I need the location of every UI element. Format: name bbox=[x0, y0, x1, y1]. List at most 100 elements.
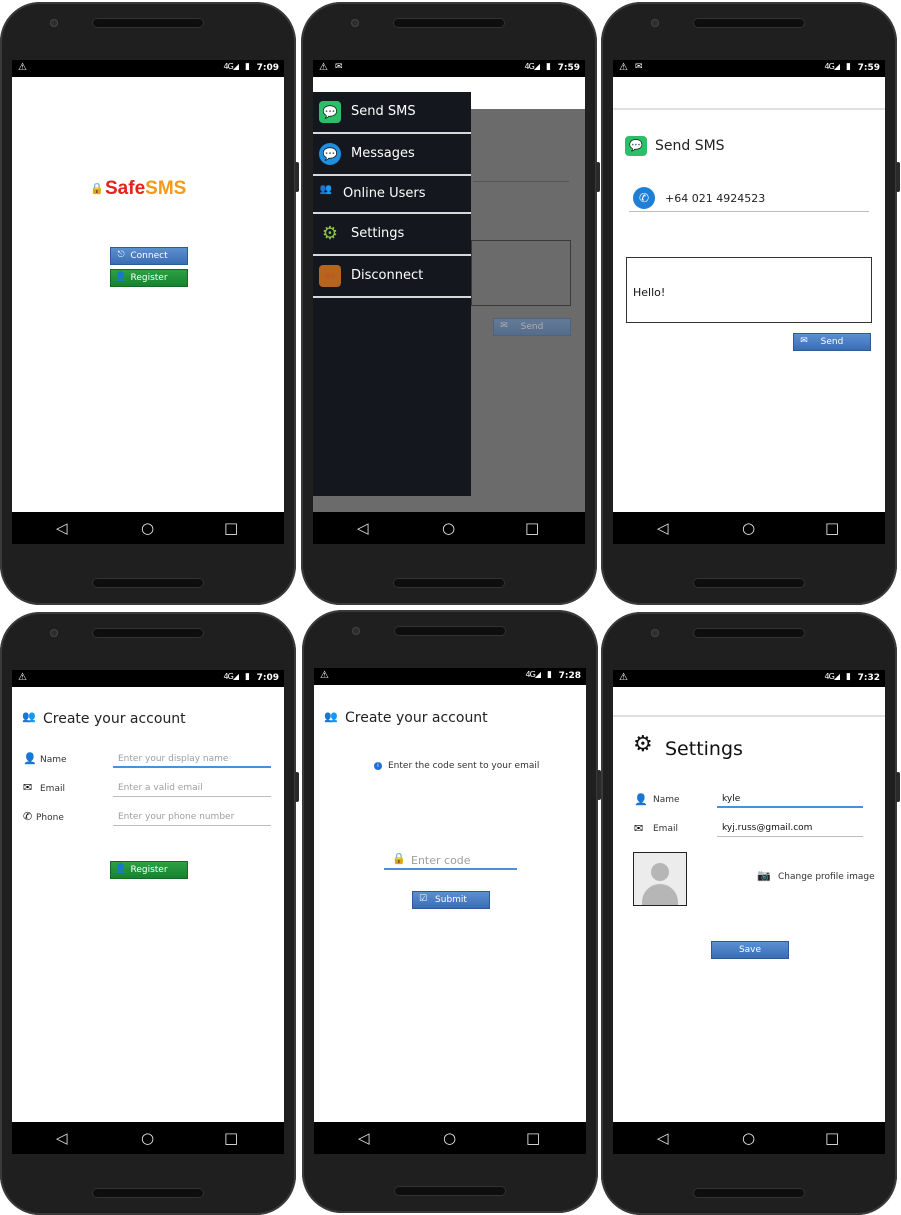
gear-icon: ⚙ bbox=[633, 732, 653, 757]
recents-icon[interactable]: □ bbox=[525, 519, 539, 537]
send-button[interactable]: ✉ Send bbox=[793, 333, 871, 351]
register-button[interactable]: 👤 Register bbox=[110, 861, 188, 879]
status-time: 7:59 bbox=[857, 63, 880, 73]
envelope-icon: ✉ bbox=[800, 336, 808, 346]
home-icon[interactable]: ○ bbox=[742, 519, 755, 537]
message-textarea[interactable]: Hello! bbox=[626, 257, 872, 323]
chat-bubbles-icon: 💬 bbox=[319, 101, 341, 123]
battery-icon: ▮ bbox=[547, 670, 552, 680]
add-user-icon: 👤 bbox=[115, 864, 127, 874]
dimmed-send-button: ✉ Send bbox=[493, 318, 571, 336]
front-camera bbox=[651, 629, 659, 637]
screen-create-account: ⚠ 4G◢ ▮ 7:09 👥 Create your account 👤 Nam… bbox=[12, 670, 284, 1154]
page-title: Create your account bbox=[43, 711, 186, 727]
bottom-speaker bbox=[693, 578, 805, 588]
home-icon[interactable]: ○ bbox=[141, 519, 154, 537]
recents-icon[interactable]: □ bbox=[825, 519, 839, 537]
navigation-bar: ◁ ○ □ bbox=[314, 1122, 586, 1154]
code-input[interactable]: Enter code bbox=[411, 854, 471, 867]
register-button[interactable]: 👤 Register bbox=[110, 269, 188, 287]
navigation-bar: ◁ ○ □ bbox=[613, 512, 885, 544]
connect-button[interactable]: ⎋ Connect bbox=[110, 247, 188, 265]
back-icon[interactable]: ◁ bbox=[657, 519, 669, 537]
home-icon[interactable]: ○ bbox=[141, 1129, 154, 1147]
earpiece-speaker bbox=[92, 18, 204, 28]
gear-icon: ⚙ bbox=[321, 223, 339, 244]
status-bar: ⚠ ✉ 4G◢ ▮ 7:59 bbox=[613, 60, 885, 77]
chat-bubbles-icon: 💬 bbox=[625, 136, 647, 156]
navigation-bar: ◁ ○ □ bbox=[12, 1122, 284, 1154]
email-input[interactable]: kyj.russ@gmail.com bbox=[722, 823, 812, 833]
submit-button[interactable]: ☑ Submit bbox=[412, 891, 490, 909]
warning-icon: ⚠ bbox=[18, 62, 27, 73]
recents-icon[interactable]: □ bbox=[526, 1129, 540, 1147]
recents-icon[interactable]: □ bbox=[224, 519, 238, 537]
drawer-item-settings[interactable]: ⚙ Settings bbox=[313, 214, 471, 256]
drawer-item-messages[interactable]: 💬 Messages bbox=[313, 134, 471, 176]
back-icon[interactable]: ◁ bbox=[56, 1129, 68, 1147]
back-icon[interactable]: ◁ bbox=[357, 519, 369, 537]
front-camera bbox=[351, 19, 359, 27]
home-icon[interactable]: ○ bbox=[742, 1129, 755, 1147]
email-underline bbox=[717, 836, 863, 837]
recents-icon[interactable]: □ bbox=[825, 1129, 839, 1147]
person-icon: 👤 bbox=[23, 752, 37, 765]
signal-icon: 4G◢ bbox=[824, 62, 840, 71]
back-icon[interactable]: ◁ bbox=[358, 1129, 370, 1147]
status-time: 7:28 bbox=[558, 671, 581, 681]
screen-send-sms: ⚠ ✉ 4G◢ ▮ 7:59 💬 Send SMS ✆ +64 021 4924… bbox=[613, 60, 885, 544]
signal-icon: 4G◢ bbox=[524, 62, 540, 71]
status-bar: ⚠ 4G◢ ▮ 7:09 bbox=[12, 670, 284, 687]
phone-number-input[interactable]: +64 021 4924523 bbox=[665, 192, 765, 205]
volume-button bbox=[295, 772, 299, 802]
back-icon[interactable]: ◁ bbox=[657, 1129, 669, 1147]
status-time: 7:09 bbox=[256, 63, 279, 73]
earpiece-speaker bbox=[693, 628, 805, 638]
email-input[interactable]: Enter a valid email bbox=[118, 783, 203, 793]
name-input[interactable]: Enter your display name bbox=[118, 754, 228, 764]
name-label: Name bbox=[653, 795, 680, 805]
name-input[interactable]: kyle bbox=[722, 794, 740, 804]
drawer-item-online-users[interactable]: 👥 Online Users bbox=[313, 176, 471, 214]
signal-icon: 4G◢ bbox=[525, 670, 541, 679]
bottom-speaker bbox=[394, 1186, 506, 1196]
drawer-item-send-sms[interactable]: 💬 Send SMS bbox=[313, 92, 471, 134]
phone-icon: ✆ bbox=[633, 187, 655, 209]
volume-button bbox=[295, 162, 299, 192]
name-underline bbox=[113, 766, 271, 768]
drawer-item-disconnect[interactable]: ⇦ Disconnect bbox=[313, 256, 471, 298]
navigation-bar: ◁ ○ □ bbox=[613, 1122, 885, 1154]
earpiece-speaker bbox=[92, 628, 204, 638]
front-camera bbox=[352, 627, 360, 635]
avatar bbox=[633, 852, 687, 906]
bottom-speaker bbox=[92, 578, 204, 588]
warning-icon: ⚠ bbox=[619, 62, 628, 73]
save-button[interactable]: Save bbox=[711, 941, 789, 959]
info-icon: i bbox=[374, 762, 382, 770]
toolbar-divider bbox=[613, 715, 885, 717]
logo-sms: SMS bbox=[145, 178, 187, 199]
back-icon[interactable]: ◁ bbox=[56, 519, 68, 537]
screen-login: ⚠ 4G◢ ▮ 7:09 🔒 SafeSMS ⎋ Connect 👤 Regis… bbox=[12, 60, 284, 544]
phone-drawer: ⚠ ✉ 4G◢ ▮ 7:59 ✉ Send 💬 Send SMS 💬 Messa… bbox=[301, 2, 600, 605]
status-bar: ⚠ 4G◢ ▮ 7:32 bbox=[613, 670, 885, 687]
change-profile-image-link[interactable]: Change profile image bbox=[778, 872, 875, 882]
message-text: Hello! bbox=[633, 286, 666, 299]
camera-icon: 📷 bbox=[757, 869, 771, 882]
earpiece-speaker bbox=[393, 18, 505, 28]
status-time: 7:59 bbox=[557, 63, 580, 73]
home-icon[interactable]: ○ bbox=[443, 1129, 456, 1147]
email-label: Email bbox=[653, 824, 678, 834]
home-icon[interactable]: ○ bbox=[442, 519, 455, 537]
checkbox-icon: ☑ bbox=[418, 894, 428, 904]
recents-icon[interactable]: □ bbox=[224, 1129, 238, 1147]
message-bubble-icon: 💬 bbox=[319, 143, 341, 165]
lock-icon: 🔒 bbox=[90, 182, 104, 195]
front-camera bbox=[50, 629, 58, 637]
bottom-speaker bbox=[693, 1188, 805, 1198]
name-underline bbox=[717, 806, 863, 808]
phone-underline bbox=[113, 825, 271, 826]
users-icon: 👥 bbox=[319, 184, 333, 195]
phone-input[interactable]: Enter your phone number bbox=[118, 812, 234, 822]
warning-icon: ⚠ bbox=[319, 62, 328, 73]
